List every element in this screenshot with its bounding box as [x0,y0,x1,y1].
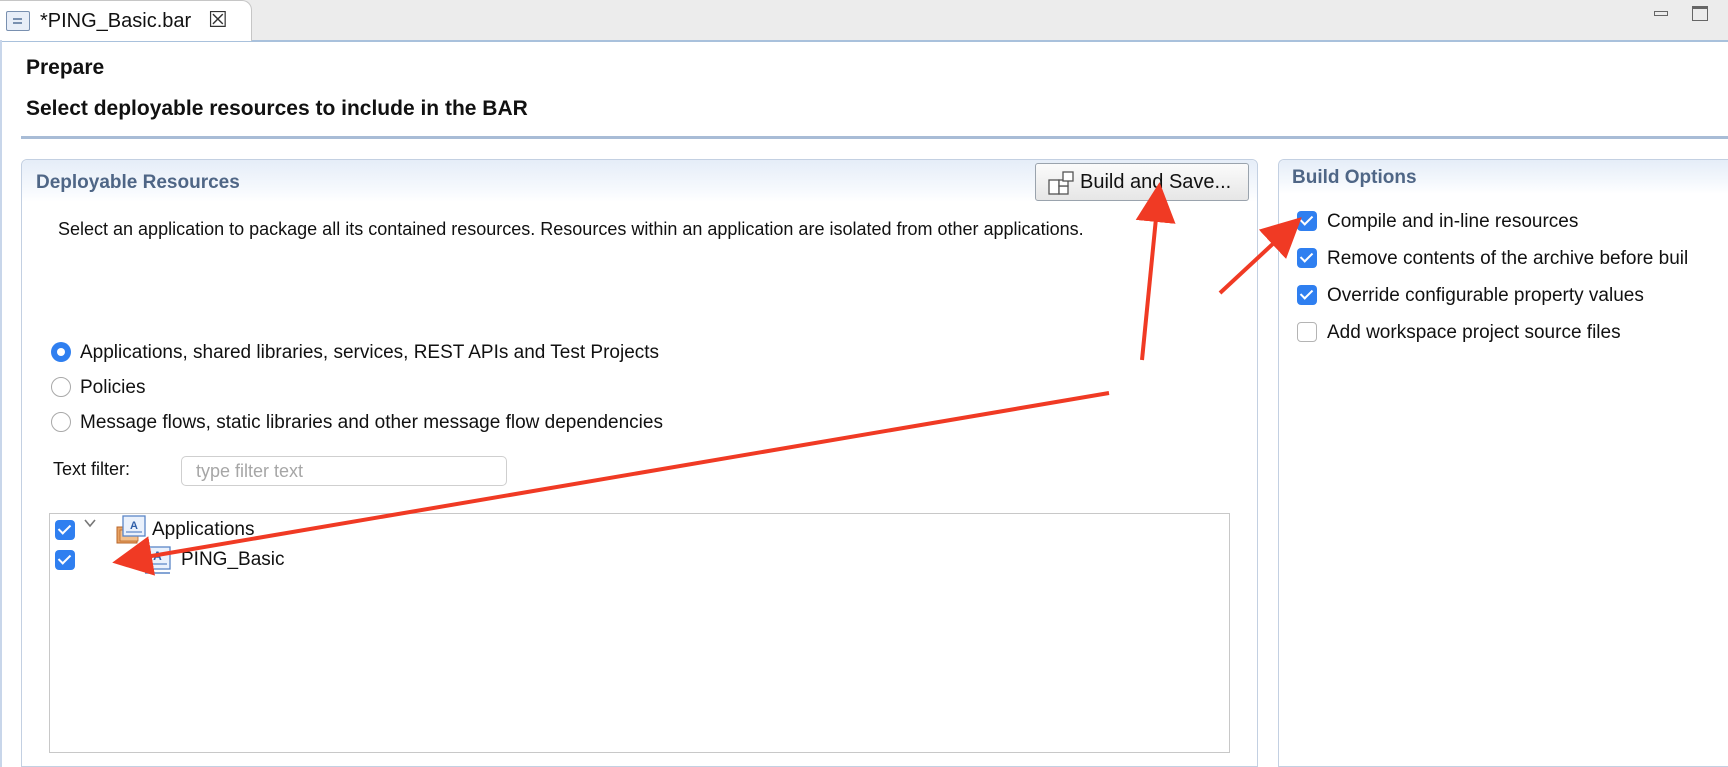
radio-button[interactable] [51,342,71,362]
minimize-icon[interactable] [1651,4,1671,22]
radio-label: Policies [80,377,146,398]
maximize-icon[interactable] [1690,4,1710,22]
radio-policies[interactable]: Policies [51,377,351,401]
remove-contents-checkbox[interactable] [1297,248,1317,268]
build-and-save-button[interactable]: Build and Save... [1035,163,1249,201]
applications-folder-icon: A [116,515,146,544]
radio-applications[interactable]: Applications, shared libraries, services… [51,342,751,366]
section-title: Deployable Resources [36,172,240,193]
header-separator [21,136,1728,139]
application-icon: A [144,546,171,574]
option-compile-inline[interactable]: Compile and in-line resources [1297,211,1717,235]
editor-tab-bar [0,0,1728,42]
tree-item-applications[interactable]: Applications [152,519,254,541]
svg-text:A: A [130,520,138,532]
option-label: Override configurable property values [1327,285,1644,306]
radio-button[interactable] [51,377,71,397]
radio-label: Message flows, static libraries and othe… [80,412,663,433]
text-filter-label: Text filter: [53,459,131,479]
radio-message-flows[interactable]: Message flows, static libraries and othe… [51,412,751,436]
svg-text:A: A [153,549,162,563]
page-title: Prepare [26,56,105,79]
deployable-description: Select an application to package all its… [58,219,1084,239]
option-remove-contents[interactable]: Remove contents of the archive before bu… [1297,248,1728,272]
option-label: Add workspace project source files [1327,322,1621,343]
close-icon[interactable]: ☒ [208,7,228,33]
radio-button[interactable] [51,412,71,432]
section-header: Build Options [1279,160,1728,194]
ping-basic-checkbox[interactable] [55,550,75,570]
tab-ping-basic-bar[interactable]: *PING_Basic.bar ☒ [0,0,252,41]
page-subtitle: Select deployable resources to include i… [26,97,528,120]
option-label: Compile and in-line resources [1327,211,1579,232]
build-icon [1048,171,1074,195]
option-add-source-files[interactable]: Add workspace project source files [1297,322,1717,346]
add-source-files-checkbox[interactable] [1297,322,1317,342]
option-label: Remove contents of the archive before bu… [1327,248,1689,269]
tree-item-ping-basic[interactable]: PING_Basic [181,549,284,571]
bar-file-icon [6,11,30,31]
option-override-properties[interactable]: Override configurable property values [1297,285,1717,309]
compile-inline-checkbox[interactable] [1297,211,1317,231]
chevron-down-icon[interactable] [84,517,96,529]
section-title: Build Options [1292,167,1417,188]
tab-title: *PING_Basic.bar [40,10,192,32]
text-filter-input[interactable] [181,456,507,486]
override-properties-checkbox[interactable] [1297,285,1317,305]
radio-label: Applications, shared libraries, services… [80,342,660,363]
applications-checkbox[interactable] [55,520,75,540]
build-button-label: Build and Save... [1080,171,1232,193]
